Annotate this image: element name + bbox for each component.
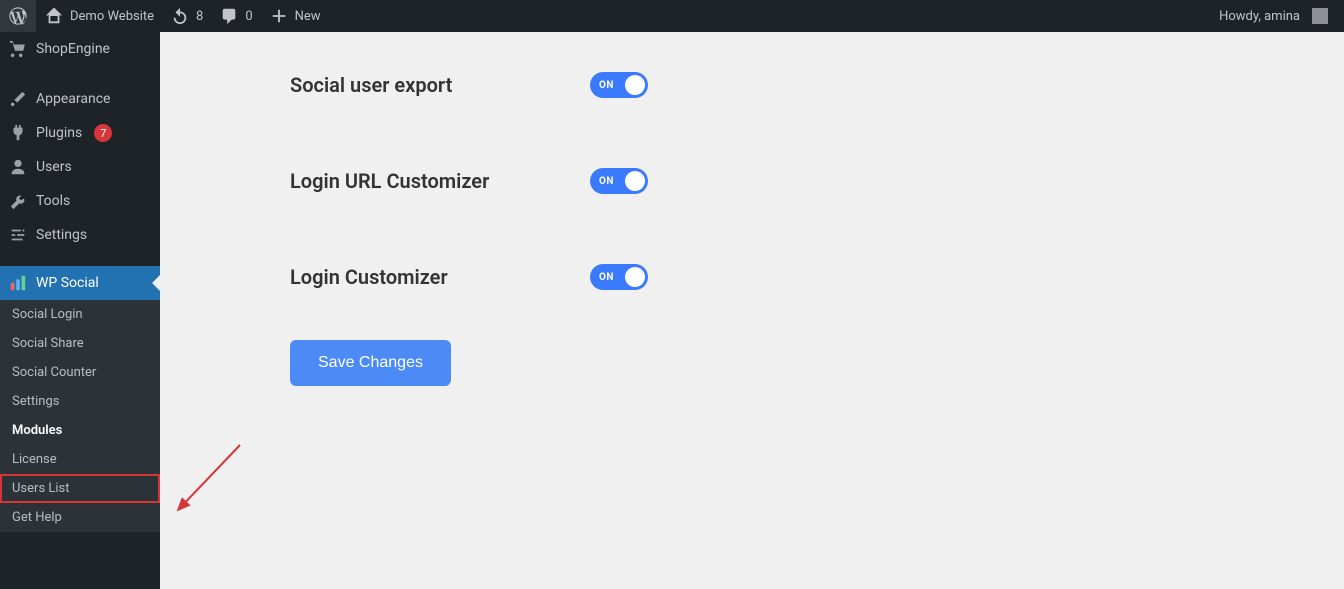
sidebar-item-label: ShopEngine [36, 41, 110, 57]
sidebar-item-label: Plugins [36, 125, 82, 141]
sidebar-item-label: Settings [36, 227, 87, 243]
toggle-login-customizer[interactable]: ON [590, 264, 648, 290]
comment-icon [219, 6, 239, 26]
sidebar-item-plugins[interactable]: Plugins 7 [0, 116, 160, 150]
sidebar-item-label: Users [36, 159, 72, 175]
refresh-icon [170, 6, 190, 26]
sidebar-item-label: WP Social [36, 275, 99, 291]
submenu-modules[interactable]: Modules [0, 416, 160, 445]
submenu-social-login[interactable]: Social Login [0, 300, 160, 329]
updates-count: 8 [196, 9, 203, 24]
toggle-knob [625, 75, 645, 95]
sidebar-item-appearance[interactable]: Appearance [0, 82, 160, 116]
wordpress-icon [8, 6, 28, 26]
toggle-state: ON [599, 80, 614, 91]
avatar-icon [1312, 8, 1328, 24]
new-label: New [295, 9, 321, 24]
site-name-link[interactable]: Demo Website [36, 0, 162, 32]
sidebar-item-wp-social[interactable]: WP Social [0, 266, 160, 300]
comments-count: 0 [245, 9, 252, 24]
setting-label: Login URL Customizer [290, 169, 590, 193]
submenu-social-counter[interactable]: Social Counter [0, 358, 160, 387]
cart-icon [8, 39, 28, 59]
plug-icon [8, 123, 28, 143]
new-link[interactable]: New [261, 0, 329, 32]
submenu-settings[interactable]: Settings [0, 387, 160, 416]
sidebar-item-label: Appearance [36, 91, 110, 107]
setting-label: Login Customizer [290, 265, 590, 289]
sidebar-item-shopengine[interactable]: ShopEngine [0, 32, 160, 66]
setting-row-login-url-customizer: Login URL Customizer ON [290, 148, 1344, 214]
toggle-login-url-customizer[interactable]: ON [590, 168, 648, 194]
save-changes-button[interactable]: Save Changes [290, 340, 451, 386]
sidebar-item-tools[interactable]: Tools [0, 184, 160, 218]
wp-social-submenu: Social Login Social Share Social Counter… [0, 300, 160, 532]
toggle-state: ON [599, 176, 614, 187]
submenu-license[interactable]: License [0, 445, 160, 474]
wp-social-icon [8, 273, 28, 293]
submenu-users-list[interactable]: Users List [0, 474, 160, 503]
account-link[interactable]: Howdy, amina [1211, 0, 1336, 32]
home-icon [44, 6, 64, 26]
plus-icon [269, 6, 289, 26]
wp-logo[interactable] [0, 0, 36, 32]
submenu-get-help[interactable]: Get Help [0, 503, 160, 532]
sliders-icon [8, 225, 28, 245]
setting-row-login-customizer: Login Customizer ON [290, 244, 1344, 310]
sidebar-item-users[interactable]: Users [0, 150, 160, 184]
save-row: Save Changes [290, 310, 1344, 386]
admin-bar: Demo Website 8 0 New Howdy, amina [0, 0, 1344, 32]
sidebar-item-label: Tools [36, 193, 70, 209]
toggle-state: ON [599, 272, 614, 283]
toggle-knob [625, 267, 645, 287]
wrench-icon [8, 191, 28, 211]
submenu-social-share[interactable]: Social Share [0, 329, 160, 358]
comments-link[interactable]: 0 [211, 0, 260, 32]
admin-sidebar: ShopEngine Appearance Plugins 7 Users To… [0, 32, 160, 589]
setting-row-social-user-export: Social user export ON [290, 52, 1344, 118]
sidebar-item-settings[interactable]: Settings [0, 218, 160, 252]
howdy-text: Howdy, amina [1219, 9, 1300, 24]
brush-icon [8, 89, 28, 109]
toggle-knob [625, 171, 645, 191]
toggle-social-user-export[interactable]: ON [590, 72, 648, 98]
user-icon [8, 157, 28, 177]
setting-label: Social user export [290, 73, 590, 97]
plugins-update-badge: 7 [94, 124, 112, 142]
updates-link[interactable]: 8 [162, 0, 211, 32]
content-area: Social user export ON Login URL Customiz… [160, 32, 1344, 589]
site-name: Demo Website [70, 9, 154, 24]
